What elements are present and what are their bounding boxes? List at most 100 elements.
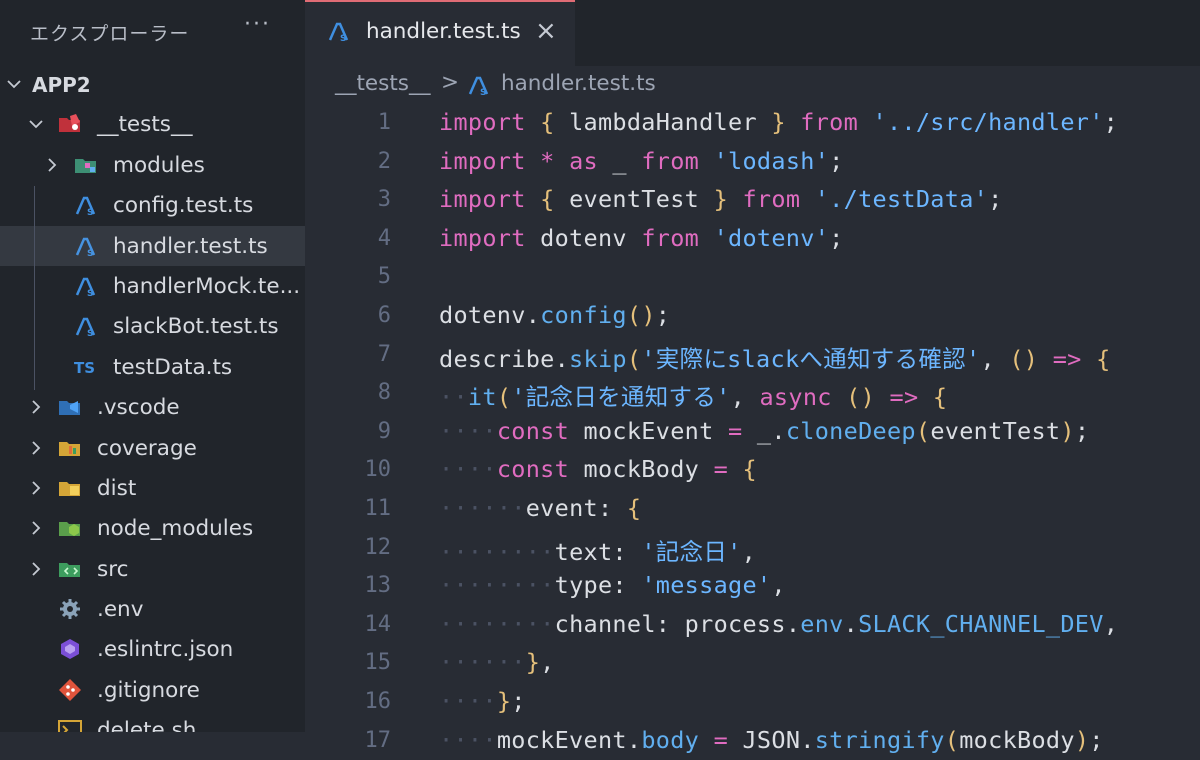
code-line[interactable]: 8··it('記念日を通知する', async () => { xyxy=(305,374,1200,413)
tree-item-modules-folder[interactable]: modules xyxy=(0,145,305,185)
code-line[interactable]: 9 ····const mockEvent = _.cloneDeep(event… xyxy=(305,413,1200,452)
chevron-down-icon xyxy=(26,114,46,134)
code-line[interactable]: 14········channel: process.env.SLACK_CHA… xyxy=(305,606,1200,645)
code-text: ····const mockEvent = _.cloneDeep(eventT… xyxy=(439,417,1089,445)
close-icon[interactable]: × xyxy=(535,16,557,46)
active-tab-indicator xyxy=(305,0,575,2)
tree-item-config-test[interactable]: S config.test.ts xyxy=(0,185,305,225)
tree-item-label: .vscode xyxy=(97,395,180,420)
code-line[interactable]: 7describe.skip('実際にslackへ通知する確認', () => … xyxy=(305,336,1200,375)
tree-item-testdata[interactable]: TS testData.ts xyxy=(0,347,305,387)
code-line[interactable]: 6 dotenv.config(); xyxy=(305,297,1200,336)
code-line[interactable]: 2 import * as _ from 'lodash'; xyxy=(305,143,1200,182)
tab-handler-test[interactable]: S handler.test.ts × xyxy=(305,0,575,66)
code-text: import * as _ from 'lodash'; xyxy=(439,147,844,175)
tree-item-label: .env xyxy=(97,597,143,622)
tree-item-label: .eslintrc.json xyxy=(97,637,233,662)
code-line[interactable]: 12 ········text: '記念日', xyxy=(305,529,1200,568)
tree-item-handlermock-test[interactable]: S handlerMock.te... xyxy=(0,266,305,306)
explorer-sidebar: エクスプローラー ··· APP2 __tests__ xyxy=(0,0,305,732)
code-line[interactable]: 5 xyxy=(305,258,1200,297)
line-number: 12 xyxy=(345,535,391,560)
breadcrumb-file[interactable]: handler.test.ts xyxy=(501,71,656,96)
chevron-right-icon xyxy=(26,518,46,538)
ts-test-icon: S xyxy=(467,74,491,102)
tree-item-label: delete.sh xyxy=(97,718,196,732)
svg-text:S: S xyxy=(87,289,93,297)
code-line[interactable]: 10····const mockBody = { xyxy=(305,451,1200,490)
tree-item-gitignore[interactable]: .gitignore xyxy=(0,670,305,710)
line-number: 15 xyxy=(345,650,391,675)
line-number: 14 xyxy=(345,612,391,637)
tree-item-node-modules-folder[interactable]: node_modules xyxy=(0,508,305,548)
chevron-right-icon xyxy=(26,397,46,417)
tree-item-dist-folder[interactable]: dist xyxy=(0,468,305,508)
code-text: import dotenv from 'dotenv'; xyxy=(439,224,844,252)
svg-text:S: S xyxy=(87,329,93,337)
coverage-folder-icon xyxy=(58,437,82,459)
line-number: 9 xyxy=(345,419,391,444)
code-text: ····}; xyxy=(439,687,526,715)
tab-bar: S handler.test.ts × xyxy=(305,0,1200,66)
code-line[interactable]: 13 ········type: 'message', xyxy=(305,567,1200,606)
tree-item-src-folder[interactable]: src xyxy=(0,549,305,589)
gear-icon xyxy=(58,598,82,620)
code-text: ··it('記念日を通知する', async () => { xyxy=(439,378,947,412)
line-number: 3 xyxy=(345,187,391,212)
tree-item-env[interactable]: .env xyxy=(0,589,305,629)
tree-item-delete-sh[interactable]: delete.sh xyxy=(0,710,305,732)
node-folder-icon xyxy=(58,517,82,539)
tree-item-label: slackBot.test.ts xyxy=(113,314,279,339)
tree-item-slackbot-test[interactable]: S slackBot.test.ts xyxy=(0,306,305,346)
chevron-right-icon xyxy=(26,559,46,579)
tree-root-app2[interactable]: APP2 xyxy=(0,64,305,104)
code-editor[interactable]: 1import { lambdaHandler } from '../src/h… xyxy=(305,104,1200,760)
code-line[interactable]: 11······event: { xyxy=(305,490,1200,529)
code-text: describe.skip('実際にslackへ通知する確認', () => { xyxy=(439,340,1111,374)
tree-item-label: testData.ts xyxy=(113,355,232,380)
more-actions-icon[interactable]: ··· xyxy=(244,12,271,37)
chevron-down-icon xyxy=(4,74,24,94)
editor-area: S handler.test.ts × __tests__ > S handle… xyxy=(305,0,1200,732)
code-line[interactable]: 3 import { eventTest } from './testData'; xyxy=(305,181,1200,220)
line-number: 10 xyxy=(345,457,391,482)
line-number: 13 xyxy=(345,573,391,598)
code-text: import { eventTest } from './testData'; xyxy=(439,185,1003,213)
line-number: 2 xyxy=(345,149,391,174)
ts-test-icon: S xyxy=(327,20,351,42)
ts-file-icon: TS xyxy=(74,356,98,378)
code-text: ········text: '記念日', xyxy=(439,533,756,567)
code-line[interactable]: 1import { lambdaHandler } from '../src/h… xyxy=(305,104,1200,143)
tree-item-tests-folder[interactable]: __tests__ xyxy=(0,104,305,144)
code-line[interactable]: 17····mockEvent.body = JSON.stringify(mo… xyxy=(305,722,1200,760)
chevron-right-icon xyxy=(26,438,46,458)
code-text: ······}, xyxy=(439,648,555,676)
breadcrumb-folder[interactable]: __tests__ xyxy=(335,71,431,96)
code-line[interactable]: 16 ····}; xyxy=(305,683,1200,722)
tree-item-coverage-folder[interactable]: coverage xyxy=(0,428,305,468)
code-line[interactable]: 4import dotenv from 'dotenv'; xyxy=(305,220,1200,259)
line-number: 11 xyxy=(345,496,391,521)
code-text: ········type: 'message', xyxy=(439,571,786,599)
svg-text:S: S xyxy=(480,88,486,96)
line-number: 6 xyxy=(345,303,391,328)
explorer-header: エクスプローラー ··· xyxy=(0,0,305,64)
ts-test-icon: S xyxy=(74,275,98,297)
ts-test-icon: S xyxy=(74,315,98,337)
tree-item-label: handlerMock.te... xyxy=(113,274,300,299)
line-number: 16 xyxy=(345,689,391,714)
code-line[interactable]: 15 ······}, xyxy=(305,644,1200,683)
code-text: import { lambdaHandler } from '../src/ha… xyxy=(439,108,1118,136)
line-number: 17 xyxy=(345,728,391,753)
code-text: dotenv.config(); xyxy=(439,301,670,329)
tab-label: handler.test.ts xyxy=(366,19,521,44)
chevron-right-icon: > xyxy=(441,70,459,95)
svg-text:S: S xyxy=(87,249,93,257)
svg-text:S: S xyxy=(87,208,93,216)
test-folder-icon xyxy=(58,113,82,135)
tree-item-eslintrc[interactable]: .eslintrc.json xyxy=(0,629,305,669)
tree-item-handler-test[interactable]: S handler.test.ts xyxy=(0,226,305,266)
tree-item-vscode-folder[interactable]: .vscode xyxy=(0,387,305,427)
tree-item-label: handler.test.ts xyxy=(113,234,268,259)
ts-test-icon: S xyxy=(74,235,98,257)
